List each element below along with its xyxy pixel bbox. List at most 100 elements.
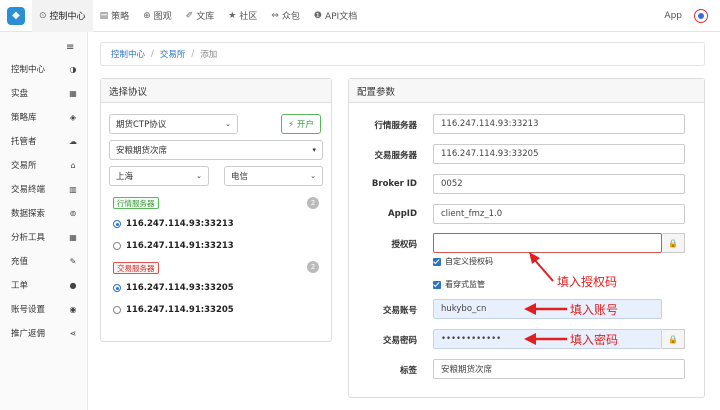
- chevron-down-icon: ⌄: [310, 172, 316, 180]
- radio-icon: [113, 306, 121, 314]
- account-input[interactable]: hukybo_cn: [433, 299, 662, 319]
- annotation-account: 填入账号: [570, 303, 619, 317]
- breadcrumb-current: 添加: [200, 50, 218, 60]
- region-select-value: 上海: [116, 172, 134, 182]
- logo[interactable]: ◆: [0, 0, 32, 32]
- lock-icon[interactable]: 🔒: [662, 329, 685, 349]
- sidebar-item-label: 控制中心: [11, 65, 46, 75]
- avatar[interactable]: [694, 8, 708, 23]
- sidebar-item-custodian[interactable]: 托管者 ☁: [0, 133, 88, 149]
- password-input[interactable]: ••••••••••••: [433, 329, 662, 349]
- trade-server-tag: 交易服务器: [113, 262, 159, 274]
- sidebar-item-exchange[interactable]: 交易所 ⌂: [0, 157, 88, 173]
- radio-selected-icon: [113, 220, 121, 228]
- sidebar-item-label: 策略库: [11, 113, 37, 123]
- config-panel-title: 配置参数: [349, 79, 704, 103]
- sidebar-item-strategy-library[interactable]: 策略库 ◈: [0, 109, 88, 125]
- hamburger-icon[interactable]: ≡: [66, 42, 74, 53]
- sidebar-item-analysis-tools[interactable]: 分析工具 ▦: [0, 229, 88, 245]
- sidebar-item-ticket[interactable]: 工单 ●: [0, 277, 88, 293]
- sidebar-item-recharge[interactable]: 充值 ✎: [0, 253, 88, 269]
- breadcrumb: 控制中心 / 交易所 / 添加: [100, 42, 705, 66]
- topnav-crowdsource[interactable]: ⇔ 众包: [264, 0, 307, 32]
- market-server-input[interactable]: 116.247.114.93:33213: [433, 114, 685, 134]
- top-bar: ◆ ⊙ 控制中心 ▤ 策略 ⊕ 图观 ✐ 文库 ★ 社区 ⇔ 众包 ❶ API文档 App: [0, 0, 720, 32]
- crowdsource-icon: ⇔: [271, 10, 279, 21]
- community-icon: ★: [228, 10, 237, 21]
- sidebar-item-label: 分析工具: [11, 233, 46, 243]
- view-icon: ⊕: [143, 10, 151, 21]
- sidebar-item-label: 交易终端: [11, 185, 46, 195]
- market-server-label: 行情服务器: [374, 121, 417, 131]
- password-label: 交易密码: [382, 336, 417, 346]
- topnav-control-center[interactable]: ⊙ 控制中心: [32, 0, 93, 32]
- tag-input[interactable]: 安粮期货次席: [433, 359, 685, 379]
- cube-icon: ◈: [69, 112, 77, 122]
- server-address: 116.247.114.91:33213: [126, 241, 234, 251]
- broker-select[interactable]: 安粮期货次席 ▾: [109, 140, 323, 160]
- penetration-checkbox[interactable]: 看穿式监管: [433, 279, 485, 290]
- sidebar-item-label: 充值: [11, 257, 29, 267]
- sidebar-item-data-explore[interactable]: 数据探索 ⊚: [0, 205, 88, 221]
- topnav-label: 文库: [196, 12, 215, 22]
- carrier-select[interactable]: 电信 ⌄: [224, 166, 323, 186]
- sidebar-item-terminal[interactable]: 交易终端 ▥: [0, 181, 88, 197]
- breadcrumb-exchange[interactable]: 交易所: [160, 48, 186, 60]
- gauge-icon: ⊙: [39, 10, 47, 21]
- checkbox-checked-icon: [433, 280, 441, 289]
- topnav-label: 策略: [111, 12, 130, 22]
- live-icon: ▦: [69, 88, 77, 98]
- cloud-icon: ☁: [69, 136, 77, 146]
- user-icon: ◉: [69, 304, 77, 314]
- bar-chart-icon: ▥: [69, 184, 77, 194]
- topnav-community[interactable]: ★ 社区: [221, 0, 264, 32]
- custom-auth-checkbox[interactable]: 自定义授权码: [433, 256, 493, 267]
- topnav-view[interactable]: ⊕ 图观: [136, 0, 179, 32]
- library-icon: ✐: [185, 10, 194, 21]
- checkbox-checked-icon: [433, 257, 441, 266]
- radio-selected-icon: [113, 284, 121, 292]
- topnav-label: 控制中心: [49, 12, 86, 22]
- carrier-select-value: 电信: [231, 172, 249, 182]
- market-server-count: 2: [307, 197, 319, 209]
- sidebar-item-account-settings[interactable]: 账号设置 ◉: [0, 301, 88, 317]
- topnav-label: API文档: [324, 12, 358, 22]
- search-icon: ⊚: [69, 208, 77, 218]
- sidebar-item-control-center[interactable]: 控制中心 ◑: [0, 61, 88, 77]
- sidebar-item-live[interactable]: 实盘 ▦: [0, 85, 88, 101]
- open-account-button[interactable]: ⚡ 开户: [281, 114, 321, 134]
- calculator-icon: ▦: [69, 232, 77, 242]
- market-server-tag: 行情服务器: [113, 197, 159, 209]
- sidebar: ≡ 控制中心 ◑ 实盘 ▦ 策略库 ◈ 托管者 ☁ 交易所 ⌂ 交易终端 ▥ 数据探索 ⊚ 分…: [0, 32, 88, 410]
- appid-input[interactable]: client_fmz_1.0: [433, 204, 685, 224]
- protocol-panel-title: 选择协议: [101, 79, 331, 103]
- trade-server-option-2[interactable]: 116.247.114.91:33205: [113, 305, 234, 315]
- broker-id-input[interactable]: 0052: [433, 174, 685, 194]
- trade-server-count: 2: [307, 261, 319, 273]
- annotation-auth: 填入授权码: [557, 275, 618, 289]
- chevron-down-icon: ⌄: [196, 172, 202, 180]
- dashboard-icon: ◑: [69, 64, 77, 74]
- radio-icon: [113, 242, 121, 250]
- sidebar-item-label: 交易所: [11, 161, 37, 171]
- trade-server-option-1[interactable]: 116.247.114.93:33205: [113, 283, 234, 293]
- market-server-option-2[interactable]: 116.247.114.91:33213: [113, 241, 234, 251]
- sidebar-item-referral[interactable]: 推广返佣 ⋖: [0, 325, 88, 341]
- account-label: 交易账号: [382, 306, 417, 316]
- chevron-down-icon: ⌄: [225, 120, 231, 128]
- plug-icon: ✎: [69, 256, 77, 266]
- topnav-label: 图观: [153, 12, 172, 22]
- app-link[interactable]: App: [664, 11, 682, 21]
- topnav-library[interactable]: ✐ 文库: [179, 0, 222, 32]
- topnav-api-doc[interactable]: ❶ API文档: [307, 0, 364, 32]
- auth-code-input[interactable]: [433, 233, 662, 253]
- breadcrumb-control-center[interactable]: 控制中心: [111, 48, 145, 60]
- protocol-select[interactable]: 期货CTP协议 ⌄: [109, 114, 238, 134]
- topnav-label: 众包: [281, 12, 300, 22]
- server-address: 116.247.114.93:33213: [126, 219, 234, 229]
- topnav-strategy[interactable]: ▤ 策略: [93, 0, 137, 32]
- lock-icon[interactable]: 🔒: [662, 233, 685, 253]
- market-server-option-1[interactable]: 116.247.114.93:33213: [113, 219, 234, 229]
- trade-server-input[interactable]: 116.247.114.93:33205: [433, 144, 685, 164]
- region-select[interactable]: 上海 ⌄: [109, 166, 209, 186]
